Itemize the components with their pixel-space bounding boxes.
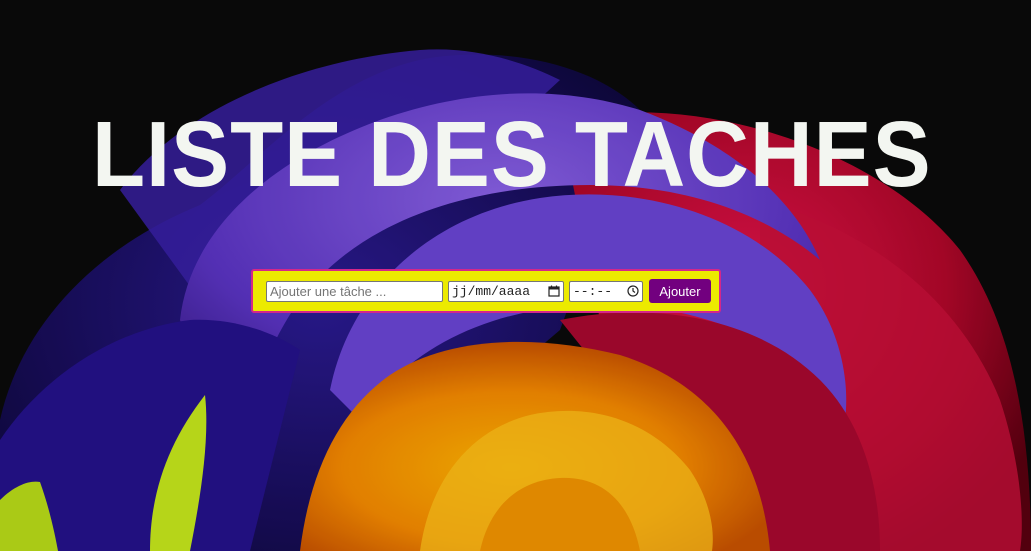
calendar-icon[interactable]	[548, 285, 560, 297]
task-form: Ajouter une tâche ... jj/mm/aaaa --:-- A…	[251, 269, 721, 313]
page: LISTE DES TACHES Ajouter une tâche ... j…	[0, 0, 1031, 551]
clock-icon[interactable]	[627, 285, 639, 297]
time-input[interactable]: --:--	[569, 280, 643, 302]
date-input-placeholder: jj/mm/aaaa	[452, 283, 531, 299]
time-input-placeholder: --:--	[573, 283, 613, 299]
page-title: LISTE DES TACHES	[92, 102, 932, 206]
add-task-button[interactable]: Ajouter	[649, 279, 711, 303]
task-input-placeholder: Ajouter une tâche ...	[270, 283, 387, 299]
task-input[interactable]: Ajouter une tâche ...	[266, 280, 443, 302]
date-input[interactable]: jj/mm/aaaa	[448, 280, 564, 302]
